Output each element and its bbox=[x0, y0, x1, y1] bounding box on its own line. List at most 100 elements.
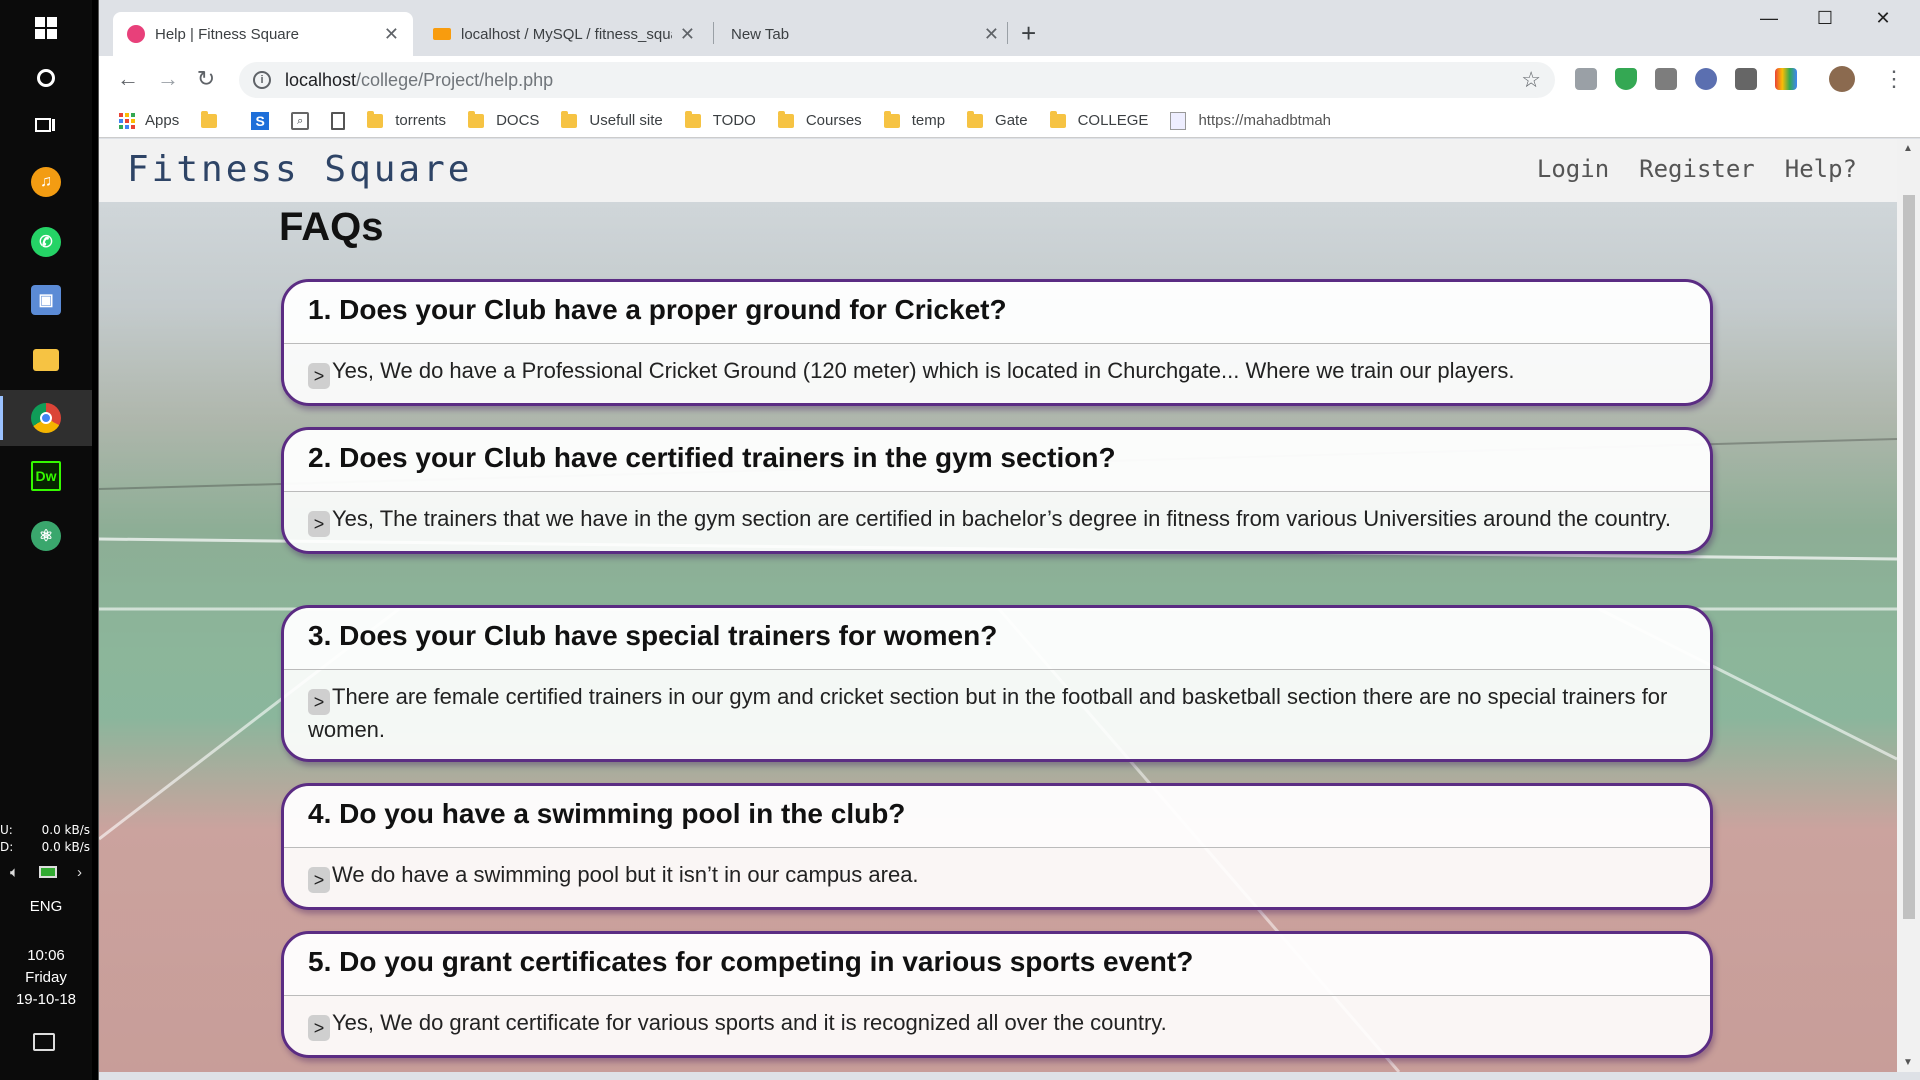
close-window-icon[interactable]: ✕ bbox=[1863, 8, 1903, 29]
dreamweaver-icon[interactable]: Dw bbox=[0, 448, 92, 504]
bookmark-temp[interactable]: temp bbox=[883, 110, 946, 129]
faq-answer-text: Yes, The trainers that we have in the gy… bbox=[332, 506, 1672, 531]
login-link[interactable]: Login bbox=[1537, 155, 1609, 183]
clock-date: 19-10-18 bbox=[15, 991, 77, 1008]
atom-icon[interactable]: ⚛ bbox=[0, 508, 92, 564]
profile-avatar[interactable] bbox=[1829, 66, 1855, 92]
bookmark-folder[interactable] bbox=[201, 110, 229, 128]
chevron-right-icon: > bbox=[308, 867, 330, 893]
chevron-right-icon: > bbox=[308, 363, 330, 389]
bookmark-courses[interactable]: Courses bbox=[777, 110, 862, 129]
site-nav-links: Login Register Help? bbox=[1537, 155, 1857, 183]
folder-icon bbox=[883, 110, 900, 128]
faq-heading: FAQs bbox=[279, 205, 384, 249]
site-info-icon[interactable]: i bbox=[253, 71, 271, 89]
bookmark-s-site[interactable]: S bbox=[251, 111, 270, 130]
maximize-icon[interactable]: ☐ bbox=[1805, 8, 1845, 29]
download-speed: 0.0 kB/s bbox=[41, 840, 90, 854]
tab-title: localhost / MySQL / fitness_squa bbox=[461, 25, 672, 43]
chrome-window: Help | Fitness Square ✕ localhost / MySQ… bbox=[98, 0, 1920, 1080]
back-arrow-icon[interactable]: ← bbox=[113, 66, 143, 92]
scroll-down-arrow-icon[interactable]: ▼ bbox=[1903, 1057, 1913, 1068]
bookmark-search-site[interactable]: ⌕ bbox=[291, 111, 310, 130]
extension-4-icon[interactable] bbox=[1695, 68, 1717, 90]
close-tab-icon[interactable]: ✕ bbox=[384, 24, 399, 45]
faq-item-2[interactable]: 2. Does your Club have certified trainer… bbox=[281, 427, 1713, 554]
forward-arrow-icon[interactable]: → bbox=[153, 66, 183, 92]
minimize-icon[interactable]: — bbox=[1749, 8, 1789, 29]
bookmark-label: Usefull site bbox=[589, 112, 663, 129]
upload-speed: 0.0 kB/s bbox=[41, 823, 90, 837]
faq-answer-text: There are female certified trainers in o… bbox=[308, 684, 1668, 742]
bookmark-docs[interactable]: DOCS bbox=[468, 110, 539, 129]
faq-item-1[interactable]: 1. Does your Club have a proper ground f… bbox=[281, 279, 1713, 406]
tab-help-fitness-square[interactable]: Help | Fitness Square ✕ bbox=[113, 12, 413, 56]
close-tab-icon[interactable]: ✕ bbox=[680, 24, 695, 45]
file-explorer-icon[interactable] bbox=[0, 332, 92, 388]
bookmark-todo[interactable]: TODO bbox=[684, 110, 756, 129]
address-bar[interactable]: i localhost/college/Project/help.php ☆ bbox=[239, 62, 1555, 98]
bookmark-label: Gate bbox=[995, 112, 1028, 129]
language-indicator[interactable]: ENG bbox=[0, 898, 92, 915]
site-navbar: Fitness Square Login Register Help? bbox=[99, 139, 1897, 202]
bookmark-torrents[interactable]: torrents bbox=[367, 110, 446, 129]
tab-phpmyadmin[interactable]: localhost / MySQL / fitness_squa ✕ bbox=[419, 12, 709, 56]
shield-extension-icon[interactable] bbox=[1615, 68, 1637, 90]
close-tab-icon[interactable]: ✕ bbox=[984, 24, 999, 45]
bookmark-page[interactable] bbox=[331, 111, 346, 130]
bookmark-mahadbt[interactable]: https://mahadbtmah bbox=[1170, 111, 1332, 130]
bookmarks-bar: Apps S ⌕ torrents DOCS Usefull site TODO… bbox=[99, 104, 1920, 138]
folder-icon bbox=[967, 110, 984, 128]
chrome-icon[interactable] bbox=[0, 390, 92, 446]
faq-item-4[interactable]: 4. Do you have a swimming pool in the cl… bbox=[281, 783, 1713, 910]
faq-question: 4. Do you have a swimming pool in the cl… bbox=[284, 786, 1710, 848]
folder-icon bbox=[684, 110, 701, 128]
bookmark-star-icon[interactable]: ☆ bbox=[1521, 67, 1541, 93]
camera-extension-icon[interactable] bbox=[1655, 68, 1677, 90]
bookmark-gate[interactable]: Gate bbox=[967, 110, 1028, 129]
faq-item-3[interactable]: 3. Does your Club have special trainers … bbox=[281, 605, 1713, 762]
reload-icon[interactable]: ↻ bbox=[191, 66, 221, 92]
windows-start-icon[interactable] bbox=[0, 0, 92, 56]
volume-icon[interactable]: 🔈︎ bbox=[10, 864, 19, 881]
phpmyadmin-favicon-icon bbox=[433, 28, 451, 40]
register-link[interactable]: Register bbox=[1639, 155, 1755, 183]
megaphone-extension-icon[interactable] bbox=[1735, 68, 1757, 90]
action-center-icon[interactable] bbox=[33, 1033, 55, 1051]
bookmark-apps[interactable]: Apps bbox=[119, 112, 179, 129]
network-speed: U: 0.0 kB/s D: 0.0 kB/s bbox=[0, 822, 92, 856]
music-app-icon[interactable]: ♫ bbox=[0, 154, 92, 210]
menu-kebab-icon[interactable]: ⋮ bbox=[1879, 66, 1909, 92]
scroll-up-arrow-icon[interactable]: ▲ bbox=[1903, 143, 1913, 154]
task-view-icon[interactable] bbox=[0, 98, 92, 154]
scroll-thumb[interactable] bbox=[1903, 195, 1915, 919]
system-tray: 🔈︎ › bbox=[0, 860, 92, 884]
site-logo[interactable]: Fitness Square bbox=[127, 149, 472, 190]
bookmark-label: Courses bbox=[805, 112, 862, 129]
faq-item-5[interactable]: 5. Do you grant certificates for competi… bbox=[281, 931, 1713, 1058]
3d-box-app-icon[interactable]: ▣ bbox=[0, 272, 92, 328]
tab-new-tab[interactable]: New Tab ✕ bbox=[717, 12, 1013, 56]
bookmark-label: https://mahadbtmah bbox=[1198, 112, 1332, 129]
bookmark-label: temp bbox=[911, 112, 946, 129]
bookmark-usefull-site[interactable]: Usefull site bbox=[561, 110, 663, 129]
page-viewport: Fitness Square Login Register Help? FAQs… bbox=[99, 139, 1920, 1072]
page-scrollbar[interactable]: ▲ ▼ bbox=[1897, 139, 1920, 1072]
windows-taskbar: ♫ ✆ ▣ Dw ⚛ U: 0.0 kB/s D: 0.0 kB/s 🔈︎ › EN… bbox=[0, 0, 92, 1080]
new-tab-button[interactable]: + bbox=[1021, 18, 1036, 49]
tab-separator bbox=[1007, 22, 1008, 44]
battery-icon[interactable] bbox=[38, 866, 57, 878]
color-extension-icon[interactable] bbox=[1775, 68, 1797, 90]
faq-question: 1. Does your Club have a proper ground f… bbox=[284, 282, 1710, 344]
faq-question: 5. Do you grant certificates for competi… bbox=[284, 934, 1710, 996]
chevron-right-icon[interactable]: › bbox=[77, 864, 82, 881]
extension-1-icon[interactable] bbox=[1575, 68, 1597, 90]
clock[interactable]: 10:06 Friday 19-10-18 bbox=[0, 945, 92, 1011]
whatsapp-icon[interactable]: ✆ bbox=[0, 214, 92, 270]
tab-title: Help | Fitness Square bbox=[155, 25, 299, 43]
bookmark-college[interactable]: COLLEGE bbox=[1049, 110, 1148, 129]
help-link[interactable]: Help? bbox=[1785, 155, 1857, 183]
faq-answer-text: We do have a swimming pool but it isn’t … bbox=[332, 862, 919, 887]
fitness-favicon-icon bbox=[127, 25, 145, 43]
clock-day: Friday bbox=[25, 969, 67, 986]
